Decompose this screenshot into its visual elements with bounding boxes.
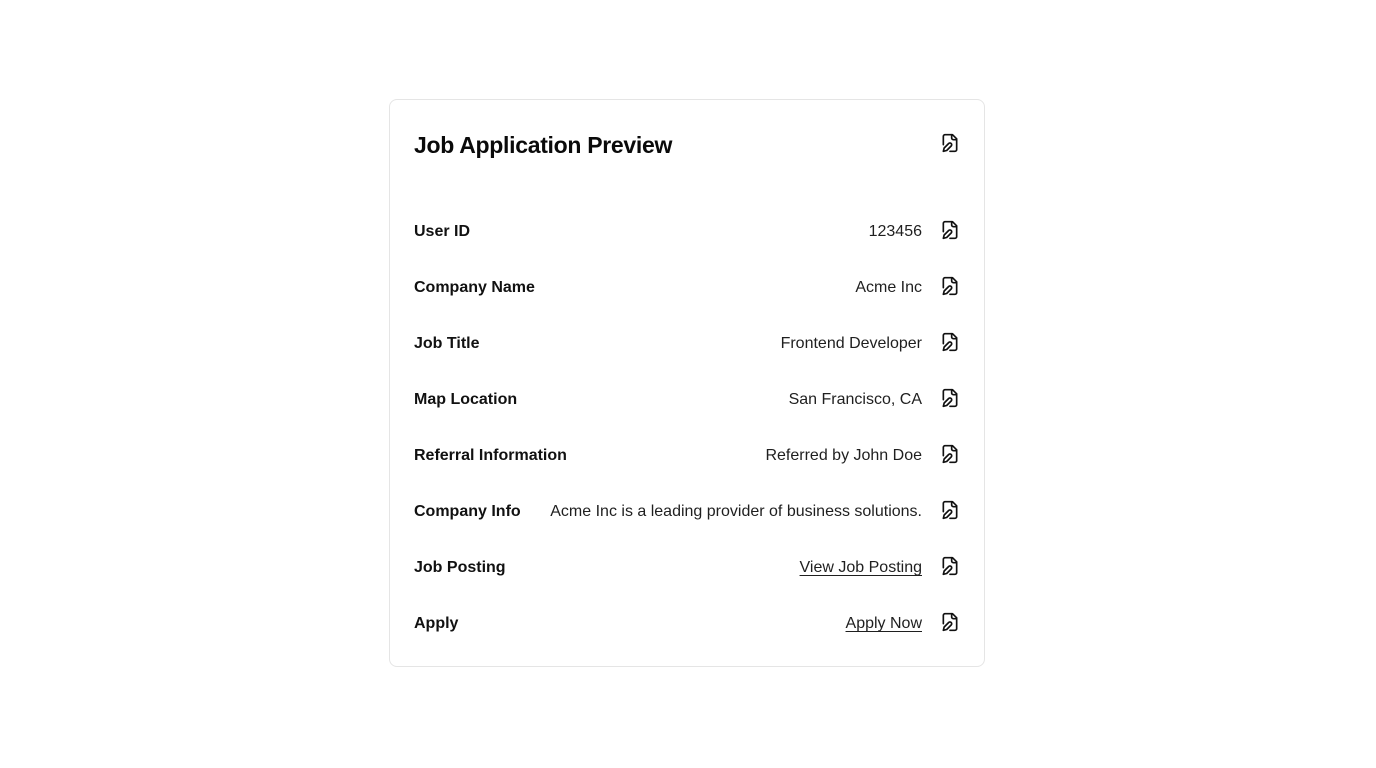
field-row-job-posting: Job Posting View Job Posting	[414, 540, 960, 596]
field-value: San Francisco, CA	[788, 391, 922, 408]
edit-job-posting-button[interactable]	[936, 554, 964, 582]
edit-referral-information-button[interactable]	[936, 442, 964, 470]
edit-job-title-button[interactable]	[936, 330, 964, 358]
field-label: Company Info	[414, 503, 521, 520]
file-edit-icon	[940, 220, 960, 245]
job-application-card: Job Application Preview User ID 123456 C…	[389, 99, 985, 667]
field-row-referral-information: Referral Information Referred by John Do…	[414, 428, 960, 484]
field-row-user-id: User ID 123456	[414, 204, 960, 260]
edit-application-button[interactable]	[936, 131, 964, 159]
field-label: Apply	[414, 615, 459, 632]
field-label: Job Title	[414, 335, 480, 352]
field-value: Frontend Developer	[780, 335, 922, 352]
field-value: Acme Inc	[855, 279, 922, 296]
file-edit-icon	[940, 500, 960, 525]
field-row-job-title: Job Title Frontend Developer	[414, 316, 960, 372]
field-label: Company Name	[414, 279, 535, 296]
field-row-apply: Apply Apply Now	[414, 596, 960, 652]
file-edit-icon	[940, 556, 960, 581]
apply-now-link[interactable]: Apply Now	[846, 615, 922, 633]
field-row-map-location: Map Location San Francisco, CA	[414, 372, 960, 428]
field-label: User ID	[414, 223, 471, 240]
file-edit-icon	[940, 133, 960, 158]
file-edit-icon	[940, 388, 960, 413]
field-row-company-name: Company Name Acme Inc	[414, 260, 960, 316]
edit-company-name-button[interactable]	[936, 274, 964, 302]
view-job-posting-link[interactable]: View Job Posting	[800, 559, 922, 577]
page-title: Job Application Preview	[414, 131, 673, 158]
field-label: Map Location	[414, 391, 518, 408]
edit-company-info-button[interactable]	[936, 498, 964, 526]
edit-user-id-button[interactable]	[936, 218, 964, 246]
field-value: Acme Inc is a leading provider of busine…	[550, 503, 922, 520]
file-edit-icon	[940, 276, 960, 301]
card-header: Job Application Preview	[414, 128, 960, 162]
edit-apply-button[interactable]	[936, 610, 964, 638]
field-label: Job Posting	[414, 559, 506, 576]
file-edit-icon	[940, 612, 960, 637]
edit-map-location-button[interactable]	[936, 386, 964, 414]
file-edit-icon	[940, 332, 960, 357]
field-value: 123456	[868, 223, 922, 240]
file-edit-icon	[940, 444, 960, 469]
field-list: User ID 123456 Company Name Acme Inc Job…	[414, 204, 960, 652]
field-row-company-info: Company Info Acme Inc is a leading provi…	[414, 484, 960, 540]
field-value: Referred by John Doe	[765, 447, 922, 464]
field-label: Referral Information	[414, 447, 567, 464]
